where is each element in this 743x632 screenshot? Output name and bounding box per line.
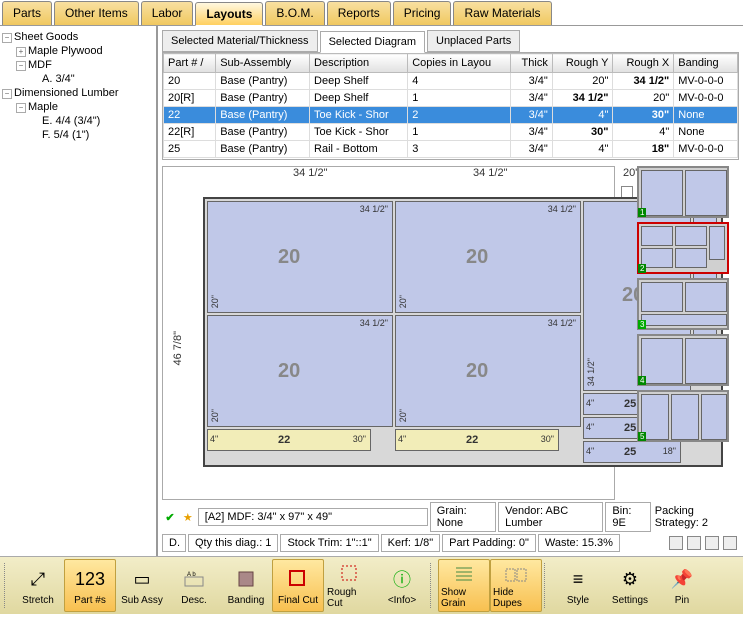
- tab-layouts[interactable]: Layouts: [195, 2, 263, 26]
- tab-other-items[interactable]: Other Items: [54, 1, 139, 25]
- banding-button[interactable]: Banding: [220, 559, 272, 612]
- gear-icon: ⚙: [616, 565, 644, 593]
- pack-option-4[interactable]: [723, 536, 737, 550]
- stretch-icon: ⤢: [24, 565, 52, 593]
- d-button[interactable]: D.: [162, 534, 186, 552]
- main-tabs: Parts Other Items Labor Layouts B.O.M. R…: [0, 0, 743, 26]
- pack-option-1[interactable]: [669, 536, 683, 550]
- grain-info: Grain: None: [430, 502, 496, 532]
- desc-button[interactable]: A bDesc.: [168, 559, 220, 612]
- layout-diagram[interactable]: 34 1/2" 34 1/2" 20" 4" 46 7/8" 20 34 1/2…: [162, 166, 615, 500]
- table-row[interactable]: 20[R]Base (Pantry)Deep Shelf13/4"34 1/2"…: [164, 90, 738, 107]
- tree-label: E. 4/4 (3/4"): [42, 115, 100, 127]
- material-tree: −Sheet Goods +Maple Plywood −MDF A. 3/4"…: [0, 26, 158, 556]
- part-22[interactable]: 4" 22 30": [207, 429, 371, 451]
- detail-tabs: Selected Material/Thickness Selected Dia…: [158, 26, 743, 52]
- tab-pricing[interactable]: Pricing: [393, 1, 452, 25]
- ruler-vertical: 46 7/8": [163, 207, 193, 489]
- tab-unplaced-parts[interactable]: Unplaced Parts: [427, 30, 520, 52]
- tree-mdf[interactable]: −MDF: [2, 58, 154, 72]
- favorite-icon[interactable]: ★: [180, 508, 196, 526]
- padding-info: Part Padding: 0": [442, 534, 536, 552]
- part-25[interactable]: 4" 25 18": [583, 441, 681, 463]
- show-grain-button[interactable]: Show Grain: [438, 559, 490, 612]
- tree-label: MDF: [28, 59, 52, 71]
- qty-info: Qty this diag.: 1: [188, 534, 278, 552]
- table-row[interactable]: 22[R]Base (Pantry)Toe Kick - Shor13/4"30…: [164, 124, 738, 141]
- parts-grid[interactable]: Part # /Sub-AssemblyDescription Copies i…: [162, 52, 739, 160]
- thumb-4[interactable]: 4: [621, 334, 739, 386]
- dupes-icon: [502, 562, 530, 585]
- numbers-icon: 123: [76, 565, 104, 593]
- waste-info: Waste: 15.3%: [538, 534, 620, 552]
- tree-label: Dimensioned Lumber: [14, 87, 119, 99]
- desc-icon: A b: [180, 565, 208, 593]
- grain-icon: [450, 562, 478, 585]
- tab-selected-material[interactable]: Selected Material/Thickness: [162, 30, 318, 52]
- tree-dim-lumber[interactable]: −Dimensioned Lumber: [2, 86, 154, 100]
- tree-maple[interactable]: −Maple: [2, 100, 154, 114]
- tree-maple-f[interactable]: F. 5/4 (1"): [2, 128, 154, 142]
- tree-mdf-a[interactable]: A. 3/4": [2, 72, 154, 86]
- pack-option-2[interactable]: [687, 536, 701, 550]
- sheet-info: [A2] MDF: 3/4" x 97" x 49": [198, 508, 428, 526]
- subassy-icon: ▭: [128, 565, 156, 593]
- tab-selected-diagram[interactable]: Selected Diagram: [320, 31, 425, 53]
- part-22[interactable]: 4" 22 30": [395, 429, 559, 451]
- tree-maple-e[interactable]: E. 4/4 (3/4"): [2, 114, 154, 128]
- packing-strategy-label: Packing Strategy: 2: [655, 505, 739, 529]
- style-icon: ≡: [564, 565, 592, 593]
- thumb-2[interactable]: 2: [621, 222, 739, 274]
- bin-info: Bin: 9E: [605, 502, 650, 532]
- finalcut-icon: [284, 565, 312, 593]
- tree-label: A. 3/4": [42, 73, 75, 85]
- settings-button[interactable]: ⚙Settings: [604, 559, 656, 612]
- table-row[interactable]: 22Base (Pantry)Toe Kick - Shor23/4"4"30"…: [164, 107, 738, 124]
- table-row[interactable]: 25Base (Pantry)Rail - Bottom33/4"4"18"MV…: [164, 141, 738, 158]
- info-button[interactable]: ⓘ<Info>: [376, 559, 428, 612]
- roughcut-icon: [336, 562, 364, 585]
- tab-reports[interactable]: Reports: [327, 1, 391, 25]
- thumb-5[interactable]: 5: [621, 390, 739, 442]
- banding-icon: [232, 565, 260, 593]
- bottom-toolbar: ⤢Stretch 123Part #s ▭Sub Assy A bDesc. B…: [0, 556, 743, 614]
- tree-sheet-goods[interactable]: −Sheet Goods: [2, 30, 154, 44]
- tree-maple-plywood[interactable]: +Maple Plywood: [2, 44, 154, 58]
- pin-button[interactable]: 📌Pin: [656, 559, 708, 612]
- stretch-button[interactable]: ⤢Stretch: [12, 559, 64, 612]
- tree-label: F. 5/4 (1"): [42, 129, 89, 141]
- vendor-info: Vendor: ABC Lumber: [498, 502, 603, 532]
- ruler-horizontal: 34 1/2" 34 1/2" 20" 4": [213, 167, 594, 191]
- style-button[interactable]: ≡Style: [552, 559, 604, 612]
- thumb-1[interactable]: 1: [621, 166, 739, 218]
- kerf-info: Kerf: 1/8": [381, 534, 440, 552]
- pack-option-3[interactable]: [705, 536, 719, 550]
- tree-label: Sheet Goods: [14, 31, 78, 43]
- tree-label: Maple Plywood: [28, 45, 103, 57]
- rough-cut-button[interactable]: Rough Cut: [324, 559, 376, 612]
- final-cut-button[interactable]: Final Cut: [272, 559, 324, 612]
- svg-text:A b: A b: [187, 572, 196, 578]
- part-20[interactable]: 20 34 1/2" 20": [395, 315, 581, 427]
- thumb-3[interactable]: 3: [621, 278, 739, 330]
- hide-dupes-button[interactable]: Hide Dupes: [490, 559, 542, 612]
- tab-parts[interactable]: Parts: [2, 1, 52, 25]
- part-numbers-button[interactable]: 123Part #s: [64, 559, 116, 612]
- pin-icon: 📌: [668, 565, 696, 593]
- tree-label: Maple: [28, 101, 58, 113]
- part-20[interactable]: 20 34 1/2" 20": [207, 201, 393, 313]
- part-20[interactable]: 20 34 1/2" 20": [395, 201, 581, 313]
- status-ok-icon: ✔: [162, 508, 178, 526]
- grid-header[interactable]: Part # /Sub-AssemblyDescription Copies i…: [164, 54, 738, 73]
- table-row[interactable]: 20Base (Pantry)Deep Shelf43/4"20"34 1/2"…: [164, 73, 738, 90]
- info-bars: ✔ ★ [A2] MDF: 3/4" x 97" x 49" Grain: No…: [158, 500, 743, 556]
- info-icon: ⓘ: [388, 565, 416, 593]
- part-20[interactable]: 20 34 1/2" 20": [207, 315, 393, 427]
- tab-bom[interactable]: B.O.M.: [265, 1, 324, 25]
- sub-assy-button[interactable]: ▭Sub Assy: [116, 559, 168, 612]
- tab-labor[interactable]: Labor: [141, 1, 194, 25]
- stock-trim-info: Stock Trim: 1"::1": [280, 534, 378, 552]
- tab-raw-materials[interactable]: Raw Materials: [453, 1, 551, 25]
